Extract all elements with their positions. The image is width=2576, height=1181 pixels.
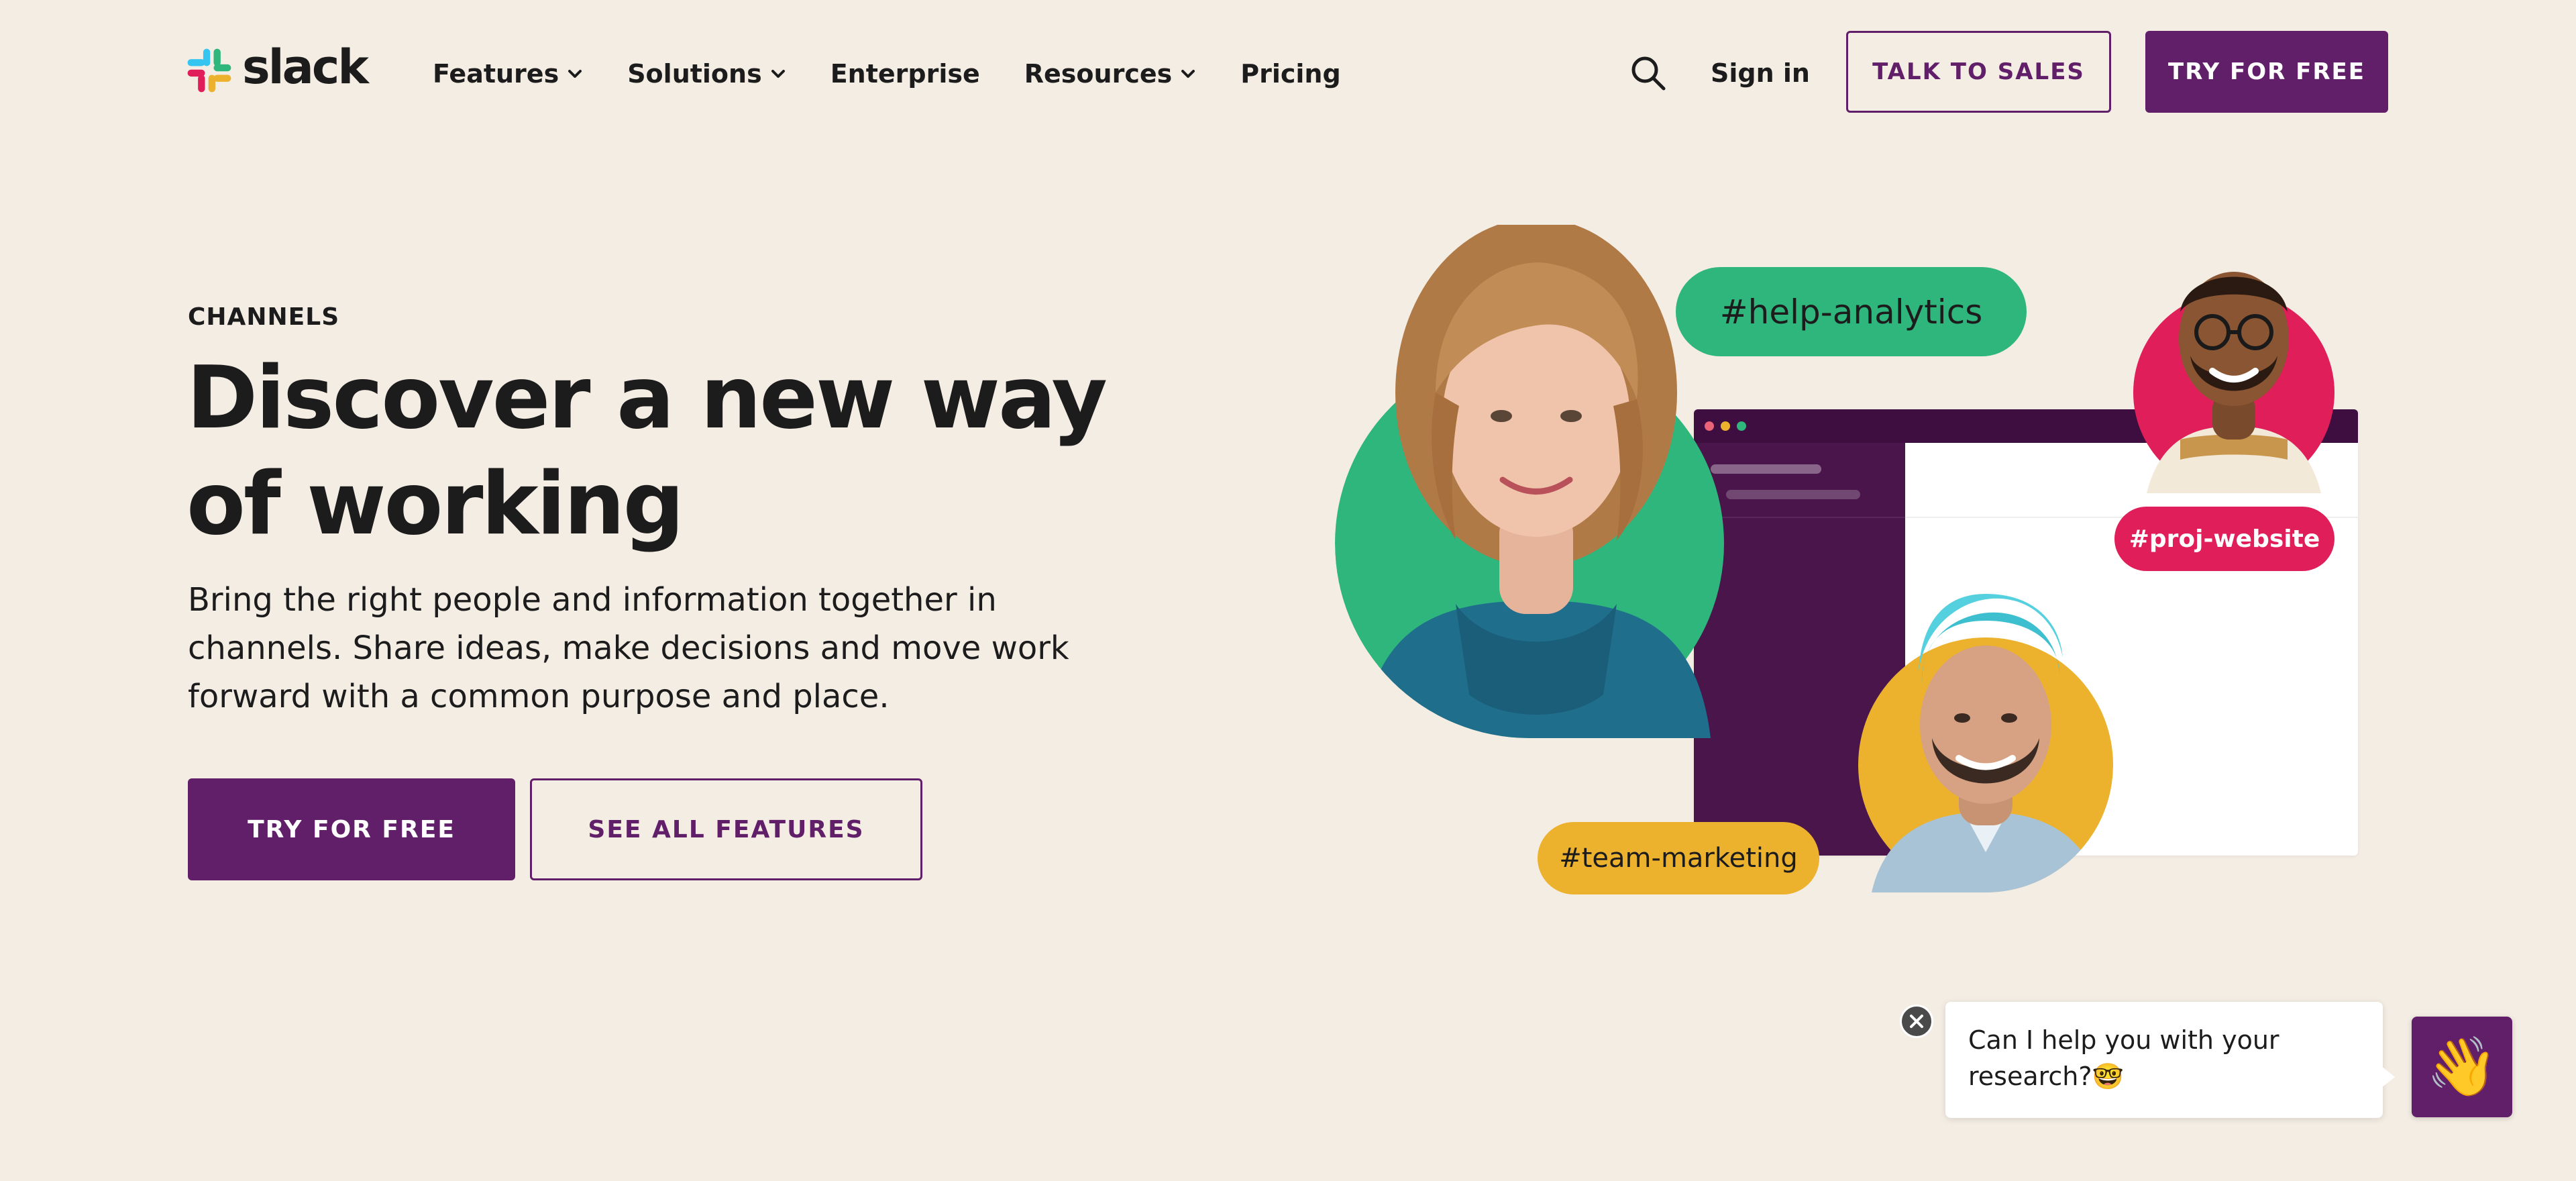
chat-launcher-button[interactable]: 👋 [2412,1017,2512,1117]
nav-pricing-label: Pricing [1240,59,1341,89]
sidebar-placeholder [1711,464,1821,474]
person-photo-man-glasses [2133,238,2334,493]
nav-resources[interactable]: Resources [1024,59,1196,89]
nav-features-label: Features [433,59,559,89]
hero-description: Bring the right people and information t… [188,581,1069,715]
chevron-down-icon [771,70,785,78]
channel-tag-proj-website: #proj-website [2114,507,2334,571]
sidebar-placeholder [1726,490,1860,499]
talk-to-sales-button[interactable]: TALK TO SALES [1846,31,2111,113]
page-title: Discover a new way of working [186,348,1108,554]
nav-resources-label: Resources [1024,59,1173,89]
sign-in-link[interactable]: Sign in [1711,55,1810,91]
try-for-free-button[interactable]: TRY FOR FREE [188,778,515,880]
nav-enterprise[interactable]: Enterprise [830,59,980,89]
chat-message: Can I help you with your research?🤓 [1968,1025,2279,1091]
chat-prompt-bubble[interactable]: Can I help you with your research?🤓 [1945,1002,2395,1118]
site-header: slack Features Solutions Enterprise Reso… [0,0,2576,144]
nav-pricing[interactable]: Pricing [1240,59,1340,89]
waving-hand-icon: 👋 [2426,1035,2498,1099]
slack-logo[interactable]: slack [186,40,369,95]
see-all-features-button[interactable]: SEE ALL FEATURES [530,778,922,880]
chat-close-button[interactable] [1900,1005,1933,1038]
nav-enterprise-label: Enterprise [830,59,980,89]
person-photo-man-turban [1858,557,2113,892]
close-icon [1910,1015,1923,1028]
channel-tag-help-analytics: #help-analytics [1676,267,2027,356]
brand-wordmark: slack [242,40,369,95]
window-maximize-dot [1737,421,1746,431]
sidebar-divider [1694,517,1905,518]
try-for-free-header-button[interactable]: TRY FOR FREE [2145,31,2388,113]
search-button[interactable] [1629,54,1668,93]
main-nav: Features Solutions Enterprise Resources … [433,54,1385,94]
search-icon [1631,56,1666,91]
chevron-down-icon [1181,70,1195,78]
channel-tag-team-marketing: #team-marketing [1538,822,1819,894]
nav-solutions[interactable]: Solutions [627,59,786,89]
nav-features[interactable]: Features [433,59,583,89]
person-photo-woman [1335,225,1724,738]
section-eyebrow: CHANNELS [188,303,340,331]
slack-logo-icon [187,48,231,93]
chevron-down-icon [568,70,582,78]
nav-solutions-label: Solutions [627,59,762,89]
